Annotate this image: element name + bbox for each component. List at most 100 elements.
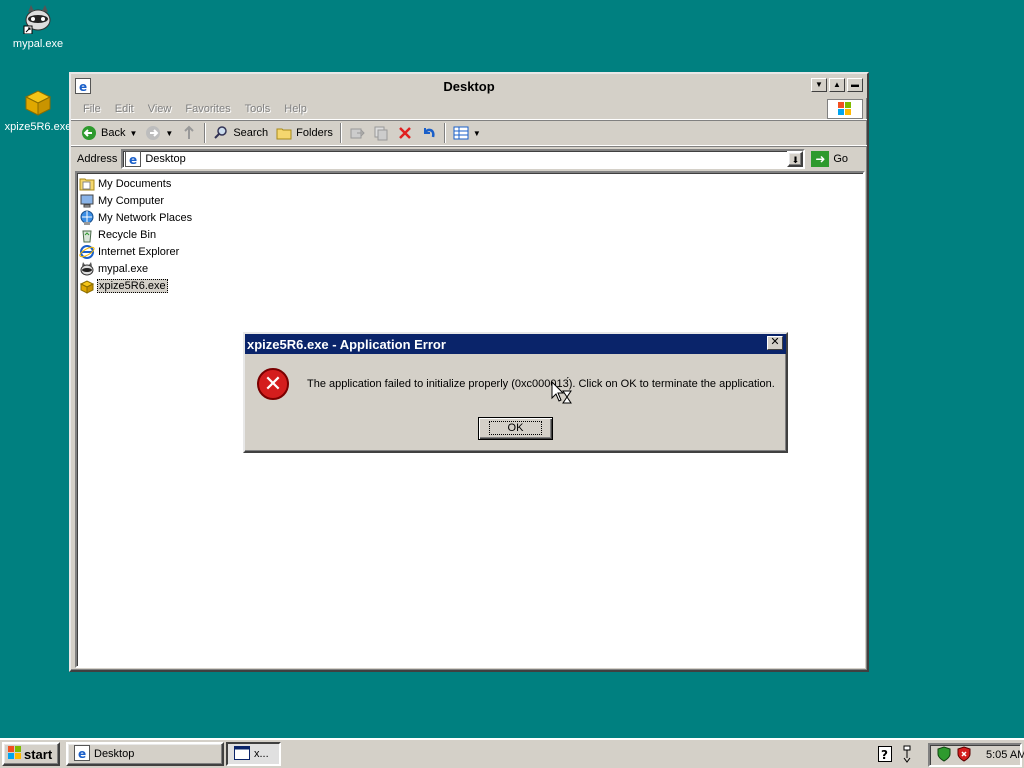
menu-file[interactable]: File bbox=[77, 103, 109, 115]
menu-help[interactable]: Help bbox=[278, 103, 315, 115]
window-icon bbox=[234, 745, 250, 763]
package-icon bbox=[22, 85, 54, 117]
dialog-title: xpize5R6.exe - Application Error bbox=[247, 336, 446, 352]
help-icon[interactable]: ? bbox=[878, 746, 892, 765]
error-message: The application failed to initialize pro… bbox=[307, 378, 775, 390]
shield-icon[interactable] bbox=[936, 745, 952, 765]
up-button[interactable] bbox=[177, 122, 201, 144]
list-item-internet-explorer[interactable]: Internet Explorer bbox=[79, 243, 861, 260]
menu-tools[interactable]: Tools bbox=[239, 103, 279, 115]
list-item-my-network-places[interactable]: My Network Places bbox=[79, 209, 861, 226]
application-error-dialog: xpize5R6.exe - Application Error ✕ ✕ The… bbox=[243, 332, 788, 453]
move-to-button[interactable] bbox=[345, 122, 369, 144]
desktop-icon-xpize5r6[interactable]: xpize5R6.exe bbox=[0, 85, 76, 133]
clock[interactable]: 5:05 AM bbox=[986, 749, 1024, 761]
start-label: start bbox=[24, 746, 53, 762]
minimize-button[interactable]: ▼ bbox=[811, 78, 827, 92]
menu-favorites[interactable]: Favorites bbox=[179, 103, 238, 115]
taskbar-task-error[interactable]: x... bbox=[226, 742, 281, 766]
folders-button[interactable]: Folders bbox=[272, 122, 337, 144]
address-field[interactable]: e Desktop ⬇ bbox=[121, 148, 806, 169]
chevron-down-icon[interactable]: ▼ bbox=[129, 129, 137, 138]
forward-button[interactable]: ▼ bbox=[141, 122, 177, 144]
ie-icon: e bbox=[74, 744, 90, 764]
delete-x-icon bbox=[397, 125, 413, 141]
undo-button[interactable] bbox=[417, 122, 441, 144]
antivirus-shield-icon[interactable] bbox=[956, 745, 972, 765]
my-computer-icon bbox=[79, 193, 95, 209]
list-item-my-computer[interactable]: My Computer bbox=[79, 192, 861, 209]
menu-bar: File Edit View Favorites Tools Help bbox=[71, 98, 867, 120]
task-label: x... bbox=[254, 748, 269, 760]
list-item-label: xpize5R6.exe bbox=[97, 278, 168, 293]
undo-icon bbox=[421, 125, 437, 141]
taskbar: start e Desktop x... ? 5:05 AM bbox=[0, 738, 1024, 768]
folder-icon bbox=[276, 125, 292, 141]
task-label: Desktop bbox=[94, 748, 135, 760]
svg-text:e: e bbox=[129, 153, 137, 167]
chevron-down-icon[interactable]: ▼ bbox=[473, 129, 481, 138]
internet-explorer-icon bbox=[79, 244, 95, 260]
svg-text:?: ? bbox=[881, 748, 888, 762]
windows-logo-icon bbox=[827, 99, 863, 119]
toolbar: Back ▼ ▼ Search Folders ▼ bbox=[71, 120, 867, 146]
desktop-icon-label: xpize5R6.exe bbox=[4, 121, 72, 133]
copy-to-button[interactable] bbox=[369, 122, 393, 144]
go-label: Go bbox=[833, 152, 849, 165]
taskbar-task-desktop[interactable]: e Desktop bbox=[66, 742, 224, 766]
busy-cursor-icon bbox=[551, 380, 573, 405]
desktop-icon-mypal[interactable]: mypal.exe bbox=[0, 2, 76, 50]
desktop-icon-label: mypal.exe bbox=[12, 38, 64, 50]
dialog-title-bar[interactable]: xpize5R6.exe - Application Error ✕ bbox=[245, 334, 786, 354]
raccoon-icon bbox=[79, 261, 95, 277]
go-button[interactable]: ➜ Go bbox=[811, 150, 849, 167]
network-tray-icon[interactable] bbox=[902, 745, 912, 766]
ok-label: OK bbox=[488, 421, 543, 435]
dialog-close-button[interactable]: ✕ bbox=[767, 336, 783, 350]
my-documents-icon bbox=[79, 176, 95, 192]
move-to-icon bbox=[349, 125, 365, 141]
up-folder-icon bbox=[181, 125, 197, 141]
back-label: Back bbox=[101, 127, 126, 139]
menu-edit[interactable]: Edit bbox=[109, 103, 142, 115]
list-item-xpize5r6[interactable]: xpize5R6.exe bbox=[79, 277, 861, 294]
address-bar: Address e Desktop ⬇ ➜ Go bbox=[71, 146, 867, 170]
svg-text:e: e bbox=[78, 747, 86, 761]
raccoon-icon bbox=[22, 2, 54, 35]
window-title: Desktop bbox=[443, 78, 495, 94]
forward-arrow-icon bbox=[145, 125, 161, 141]
list-item-label: My Network Places bbox=[98, 211, 193, 224]
list-item-label: My Computer bbox=[98, 194, 165, 207]
list-item-my-documents[interactable]: My Documents bbox=[79, 175, 861, 192]
system-tray: 5:05 AM bbox=[928, 743, 1024, 767]
ie-icon: e bbox=[125, 150, 142, 167]
views-button[interactable]: ▼ bbox=[449, 122, 485, 144]
package-icon bbox=[79, 278, 95, 294]
title-bar[interactable]: e Desktop ▼ ▲ ▬ bbox=[71, 74, 867, 98]
list-item-label: My Documents bbox=[98, 177, 172, 190]
windows-flag-icon bbox=[8, 745, 22, 763]
back-button[interactable]: Back ▼ bbox=[77, 122, 141, 144]
address-dropdown-button[interactable]: ⬇ bbox=[787, 150, 804, 167]
maximize-button[interactable]: ▲ bbox=[829, 78, 845, 92]
list-item-recycle-bin[interactable]: Recycle Bin bbox=[79, 226, 861, 243]
menu-view[interactable]: View bbox=[142, 103, 180, 115]
go-arrow-icon: ➜ bbox=[811, 150, 830, 167]
copy-to-icon bbox=[373, 125, 389, 141]
recycle-bin-icon bbox=[79, 227, 95, 243]
search-label: Search bbox=[233, 127, 269, 139]
search-button[interactable]: Search bbox=[209, 122, 272, 144]
folders-label: Folders bbox=[296, 127, 333, 139]
chevron-down-icon[interactable]: ▼ bbox=[165, 129, 173, 138]
ok-button[interactable]: OK bbox=[478, 417, 553, 440]
list-item-label: mypal.exe bbox=[98, 262, 149, 275]
start-button[interactable]: start bbox=[2, 742, 60, 766]
delete-button[interactable] bbox=[393, 122, 417, 144]
error-icon: ✕ bbox=[257, 368, 289, 400]
views-grid-icon bbox=[453, 125, 469, 141]
address-label: Address bbox=[77, 152, 118, 165]
address-value: Desktop bbox=[145, 152, 186, 165]
list-item-mypal[interactable]: mypal.exe bbox=[79, 260, 861, 277]
list-item-label: Recycle Bin bbox=[98, 228, 157, 241]
close-window-button[interactable]: ▬ bbox=[847, 78, 863, 92]
